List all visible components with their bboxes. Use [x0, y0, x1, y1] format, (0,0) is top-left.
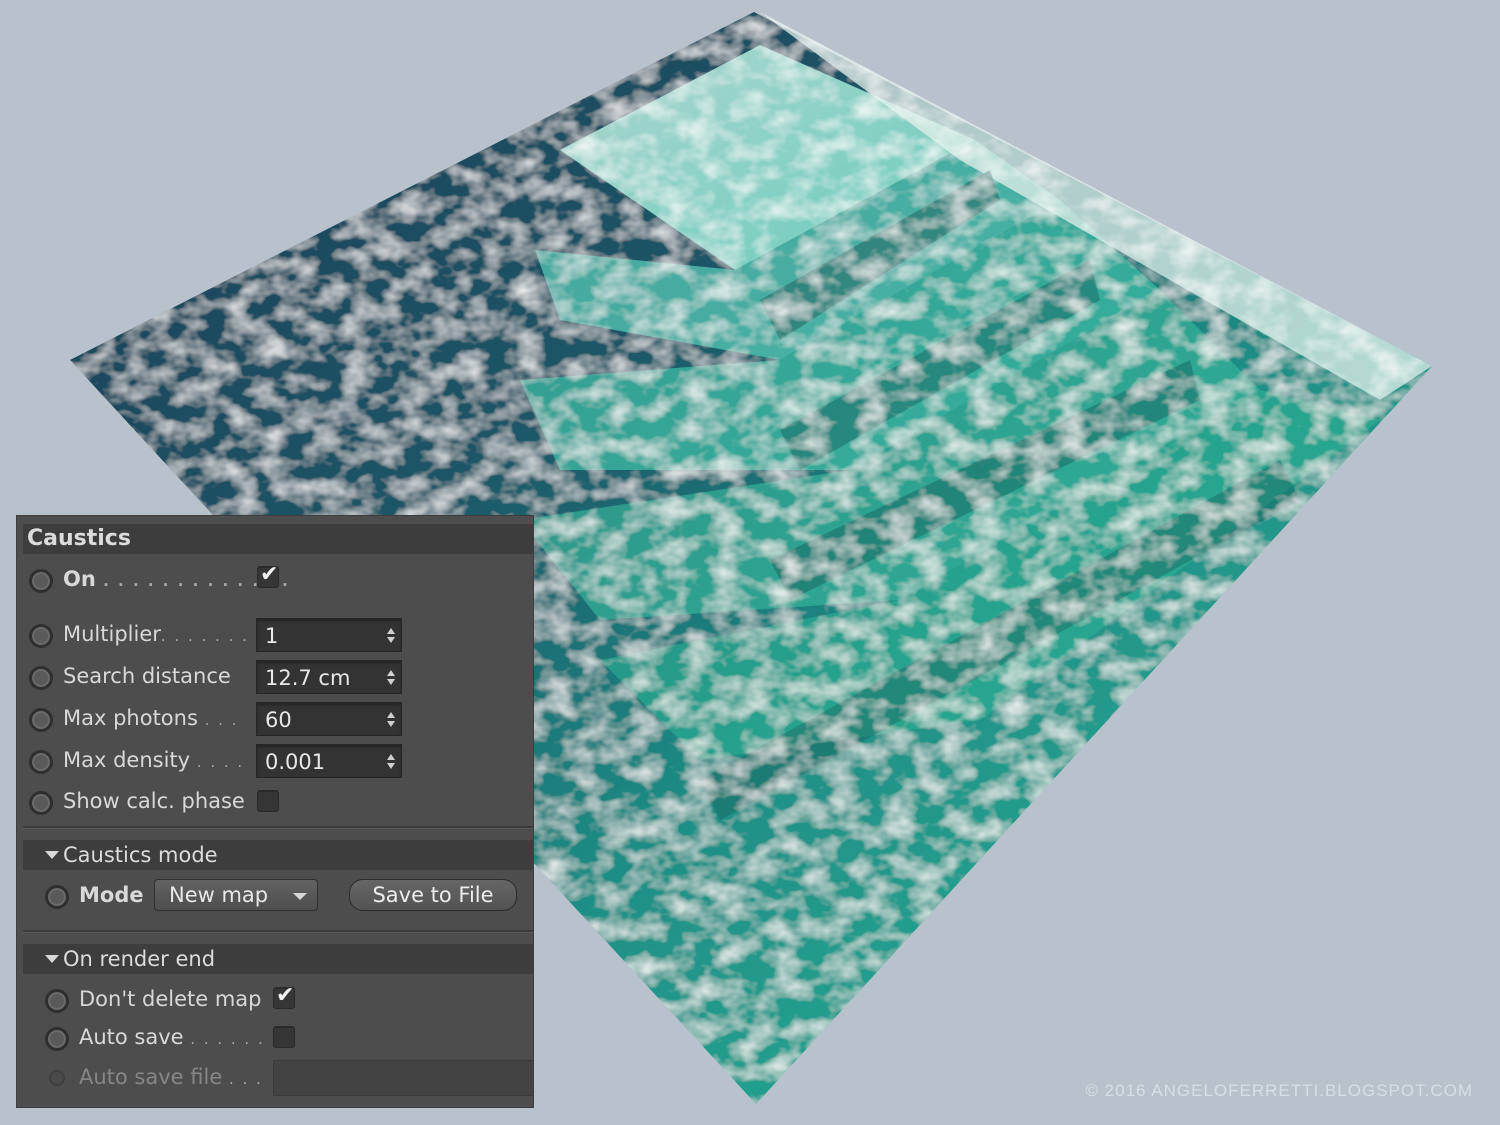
- search-distance-field[interactable]: 12.7 cm: [256, 660, 402, 694]
- mode-radio[interactable]: [45, 885, 69, 909]
- max-photons-radio[interactable]: [29, 708, 53, 732]
- max-density-row: Max density . . . . 0.001: [17, 743, 533, 779]
- auto-save-file-row: Auto save file . . .: [17, 1060, 533, 1096]
- stepper-icon[interactable]: [387, 754, 396, 770]
- triangle-down-icon: [45, 850, 59, 859]
- max-photons-field[interactable]: 60: [256, 702, 402, 736]
- on-label: On . . . . . . . . . . . . .: [63, 567, 290, 591]
- on-checkbox[interactable]: ✔: [257, 562, 279, 588]
- render-end-group[interactable]: On render end: [23, 944, 533, 974]
- show-calc-checkbox[interactable]: [257, 790, 279, 812]
- max-photons-label: Max photons . . .: [63, 706, 239, 730]
- multiplier-row: Multiplier. . . . . . . 1: [17, 617, 533, 653]
- on-row: On . . . . . . . . . . . . . ✔: [17, 562, 533, 598]
- auto-save-checkbox[interactable]: [273, 1026, 295, 1048]
- auto-save-label: Auto save . . . . . .: [79, 1025, 265, 1049]
- copyright-credit: © 2016 ANGELOFERRETTI.BLOGSPOT.COM: [1085, 1081, 1473, 1100]
- auto-save-file-field: [273, 1060, 533, 1096]
- auto-save-row: Auto save . . . . . .: [17, 1020, 533, 1056]
- max-density-field[interactable]: 0.001: [256, 744, 402, 778]
- divider: [23, 826, 533, 829]
- chevron-down-icon: [293, 893, 307, 900]
- dont-delete-radio[interactable]: [45, 989, 69, 1013]
- dont-delete-label: Don't delete map: [79, 987, 262, 1011]
- auto-save-file-radio: [49, 1070, 65, 1086]
- multiplier-radio[interactable]: [29, 624, 53, 648]
- dont-delete-row: Don't delete map ✔: [17, 982, 533, 1018]
- triangle-down-icon: [45, 954, 59, 963]
- stepper-icon[interactable]: [387, 628, 396, 644]
- save-to-file-button[interactable]: Save to File: [349, 879, 517, 911]
- search-distance-radio[interactable]: [29, 666, 53, 690]
- mode-dropdown[interactable]: New map: [154, 879, 318, 911]
- on-radio[interactable]: [29, 569, 53, 593]
- stepper-icon[interactable]: [387, 712, 396, 728]
- panel-title: Caustics: [23, 524, 533, 554]
- auto-save-file-label: Auto save file . . .: [79, 1065, 263, 1089]
- show-calc-radio[interactable]: [29, 791, 53, 815]
- show-calc-row: Show calc. phase: [17, 784, 533, 820]
- auto-save-radio[interactable]: [45, 1027, 69, 1051]
- mode-label: Mode: [79, 883, 144, 907]
- caustics-panel: Caustics On . . . . . . . . . . . . . ✔ …: [17, 516, 533, 1107]
- show-calc-label: Show calc. phase: [63, 789, 245, 813]
- mode-row: Mode New map Save to File: [17, 877, 533, 913]
- max-density-label: Max density . . . .: [63, 748, 245, 772]
- search-distance-label: Search distance: [63, 664, 231, 688]
- max-density-radio[interactable]: [29, 750, 53, 774]
- divider: [23, 930, 533, 933]
- multiplier-label: Multiplier. . . . . . .: [63, 622, 249, 646]
- dont-delete-checkbox[interactable]: ✔: [273, 983, 295, 1009]
- max-photons-row: Max photons . . . 60: [17, 701, 533, 737]
- checkmark-icon: ✔: [276, 983, 295, 1008]
- search-distance-row: Search distance 12.7 cm: [17, 659, 533, 695]
- caustics-mode-group[interactable]: Caustics mode: [23, 840, 533, 870]
- checkmark-icon: ✔: [260, 562, 279, 587]
- multiplier-field[interactable]: 1: [256, 618, 402, 652]
- stepper-icon[interactable]: [387, 670, 396, 686]
